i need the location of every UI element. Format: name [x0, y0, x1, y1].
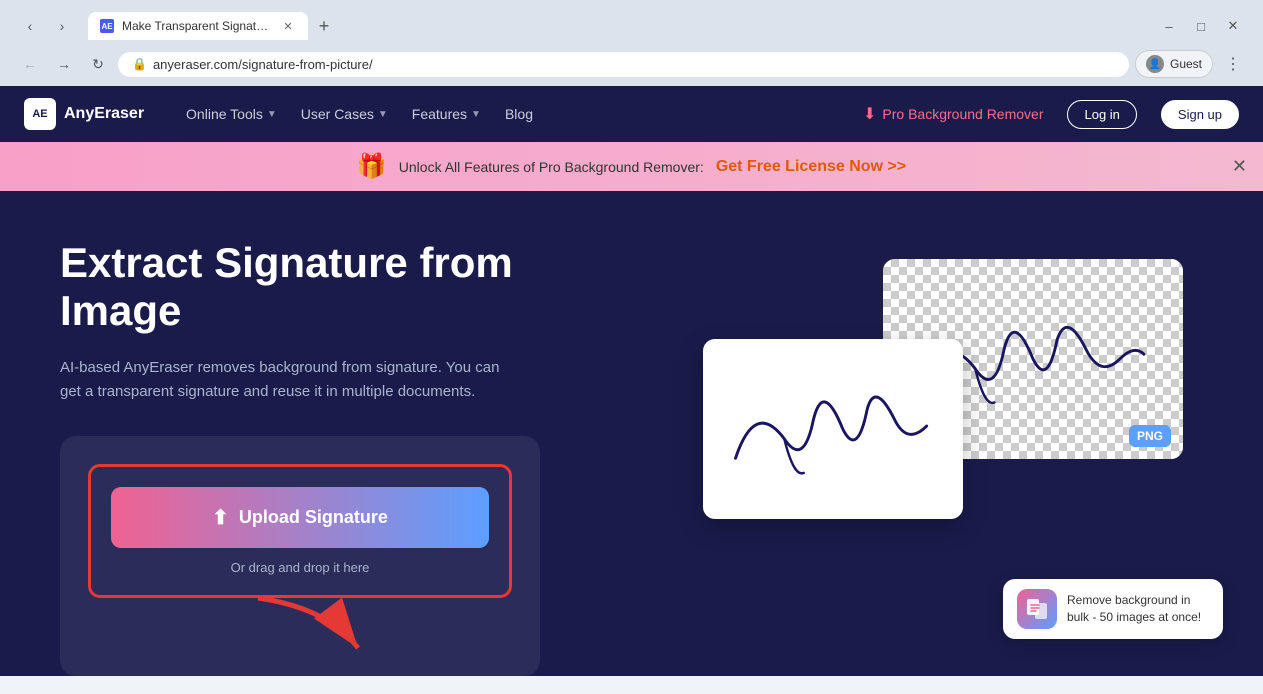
bulk-icon — [1017, 589, 1057, 629]
nav-blog[interactable]: Blog — [495, 100, 543, 128]
prev-tab-button[interactable]: ‹ — [16, 12, 44, 40]
hero-title: Extract Signature from Image — [60, 239, 612, 336]
lock-icon: 🔒 — [132, 57, 147, 71]
upload-signature-button[interactable]: ⬆ Upload Signature — [111, 487, 489, 548]
nav-user-cases-label: User Cases — [301, 106, 374, 122]
promo-banner: 🎁 Unlock All Features of Pro Background … — [0, 142, 1263, 191]
nav-blog-label: Blog — [505, 106, 533, 122]
nav-user-cases-chevron-icon: ▼ — [378, 109, 388, 120]
signup-button[interactable]: Sign up — [1161, 100, 1239, 129]
address-bar[interactable]: 🔒 anyeraser.com/signature-from-picture/ — [118, 52, 1129, 77]
forward-button[interactable]: → — [50, 50, 78, 78]
upload-hint: Or drag and drop it here — [111, 560, 489, 575]
upload-icon: ⬆ — [212, 505, 229, 530]
back-button[interactable]: ← — [16, 50, 44, 78]
signature-original-svg — [716, 357, 950, 501]
browser-chrome: ‹ › AE Make Transparent Signature ✕ + – … — [0, 0, 1263, 86]
arrow-container — [88, 598, 512, 648]
bulk-remove-widget: Remove background in bulk - 50 images at… — [1003, 579, 1223, 639]
upload-box: ⬆ Upload Signature Or drag and drop it h… — [60, 436, 540, 676]
upload-button-label: Upload Signature — [239, 507, 388, 528]
new-tab-button[interactable]: + — [310, 12, 338, 40]
reload-button[interactable]: ↻ — [84, 50, 112, 78]
png-badge: PNG — [1129, 425, 1171, 447]
banner-text: Unlock All Features of Pro Background Re… — [399, 159, 704, 175]
next-tab-button[interactable]: › — [48, 12, 76, 40]
logo-icon: AE — [24, 98, 56, 130]
profile-label: Guest — [1170, 57, 1202, 71]
nav-online-tools-label: Online Tools — [186, 106, 263, 122]
nav-features-label: Features — [412, 106, 467, 122]
site-nav: AE AnyEraser Online Tools ▼ User Cases ▼… — [0, 86, 1263, 142]
banner-close-button[interactable]: ✕ — [1232, 156, 1247, 177]
nav-online-tools[interactable]: Online Tools ▼ — [176, 100, 287, 128]
minimize-button[interactable]: – — [1155, 12, 1183, 40]
bulk-text: Remove background in bulk - 50 images at… — [1067, 592, 1209, 626]
original-signature-card — [703, 339, 963, 519]
maximize-button[interactable]: □ — [1187, 12, 1215, 40]
hero-subtitle: AI-based AnyEraser removes background fr… — [60, 356, 520, 404]
login-button[interactable]: Log in — [1067, 100, 1136, 129]
bulk-icon-svg — [1023, 595, 1051, 623]
tab-close-button[interactable]: ✕ — [280, 18, 296, 34]
browser-controls: ‹ › — [16, 12, 76, 40]
url-text: anyeraser.com/signature-from-picture/ — [153, 57, 1115, 72]
hero-left: Extract Signature from Image AI-based An… — [60, 239, 612, 676]
logo-text: AnyEraser — [64, 105, 144, 123]
banner-cta-link[interactable]: Get Free License Now >> — [716, 158, 906, 176]
active-tab[interactable]: AE Make Transparent Signature ✕ — [88, 12, 308, 40]
gift-icon: 🎁 — [357, 152, 387, 181]
download-icon: ⬇ — [863, 104, 876, 124]
profile-avatar-icon: 👤 — [1146, 55, 1164, 73]
upload-box-border: ⬆ Upload Signature Or drag and drop it h… — [88, 464, 512, 598]
nav-features[interactable]: Features ▼ — [402, 100, 491, 128]
window-controls: – □ ✕ — [1155, 12, 1247, 40]
tab-bar: AE Make Transparent Signature ✕ + — [88, 12, 338, 40]
close-button[interactable]: ✕ — [1219, 12, 1247, 40]
nav-pro-label: Pro Background Remover — [882, 106, 1043, 122]
titlebar: ‹ › AE Make Transparent Signature ✕ + – … — [8, 8, 1255, 44]
nav-pro-bg-remover[interactable]: ⬇ Pro Background Remover — [863, 104, 1043, 124]
more-options-button[interactable]: ⋮ — [1219, 50, 1247, 78]
logo[interactable]: AE AnyEraser — [24, 98, 144, 130]
nav-user-cases[interactable]: User Cases ▼ — [291, 100, 398, 128]
nav-links: Online Tools ▼ User Cases ▼ Features ▼ B… — [176, 100, 543, 128]
address-row: ← → ↻ 🔒 anyeraser.com/signature-from-pic… — [8, 44, 1255, 86]
hero-right: PNG Remove backgroun — [652, 239, 1204, 619]
hero-section: Extract Signature from Image AI-based An… — [0, 191, 1263, 676]
website-content: AE AnyEraser Online Tools ▼ User Cases ▼… — [0, 86, 1263, 676]
tab-favicon: AE — [100, 19, 114, 33]
tab-title: Make Transparent Signature — [122, 19, 272, 33]
nav-chevron-icon: ▼ — [267, 109, 277, 120]
nav-features-chevron-icon: ▼ — [471, 109, 481, 120]
red-arrow-icon — [248, 588, 368, 668]
profile-button[interactable]: 👤 Guest — [1135, 50, 1213, 78]
